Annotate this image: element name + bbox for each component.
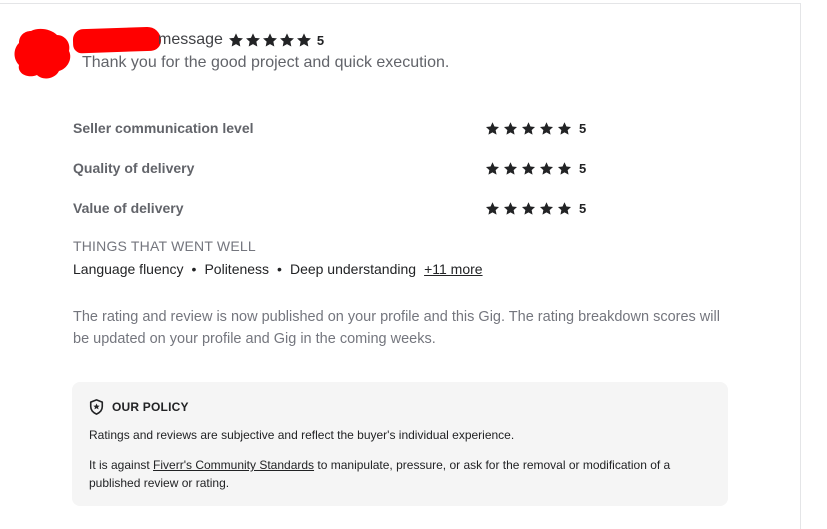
star-icon <box>485 121 500 136</box>
overall-score: 5 <box>316 32 325 48</box>
policy-header: OUR POLICY <box>89 398 711 416</box>
rating-score: 5 <box>579 200 587 216</box>
star-icon <box>296 32 312 48</box>
went-well-item: Deep understanding <box>289 261 417 277</box>
rating-stars <box>485 161 575 176</box>
rating-label: Quality of delivery <box>73 160 195 176</box>
star-icon <box>262 32 278 48</box>
star-icon <box>557 201 572 216</box>
star-icon <box>521 121 536 136</box>
more-link[interactable]: +11 more <box>424 261 483 277</box>
star-icon <box>521 201 536 216</box>
star-icon <box>503 161 518 176</box>
redaction-avatar <box>14 28 71 79</box>
separator-dot: • <box>191 261 197 277</box>
overall-stars <box>228 32 313 48</box>
shield-icon <box>89 399 104 415</box>
publish-notice: The rating and review is now published o… <box>73 309 720 347</box>
star-icon <box>245 32 261 48</box>
star-icon <box>485 161 500 176</box>
star-icon <box>485 201 500 216</box>
header-word: message <box>158 31 223 48</box>
community-standards-link[interactable]: Fiverr's Community Standards <box>153 458 314 472</box>
star-icon <box>503 121 518 136</box>
star-icon <box>279 32 295 48</box>
rating-breakdown: Seller communication level 5 Quality of … <box>73 108 603 228</box>
rating-row: Value of delivery 5 <box>73 188 603 228</box>
policy-title: OUR POLICY <box>112 400 189 414</box>
rating-score: 5 <box>579 160 587 176</box>
rating-score: 5 <box>579 120 587 136</box>
star-icon <box>557 121 572 136</box>
rating-label: Value of delivery <box>73 200 184 216</box>
rating-row: Seller communication level 5 <box>73 108 603 148</box>
star-icon <box>557 161 572 176</box>
went-well-title: THINGS THAT WENT WELL <box>73 238 256 254</box>
rating-label: Seller communication level <box>73 120 254 136</box>
star-icon <box>228 32 244 48</box>
policy-text: It is against Fiverr's Community Standar… <box>89 456 719 492</box>
review-header: message 5 <box>158 30 324 50</box>
went-well-list: Language fluency • Politeness • Deep und… <box>73 261 483 277</box>
star-icon <box>539 161 554 176</box>
redaction-username <box>72 26 162 54</box>
went-well-item: Politeness <box>204 261 270 277</box>
rating-stars <box>485 121 575 136</box>
went-well-item: Language fluency <box>73 261 184 277</box>
review-message: Thank you for the good project and quick… <box>82 54 450 71</box>
star-icon <box>539 201 554 216</box>
rating-row: Quality of delivery 5 <box>73 148 603 188</box>
star-icon <box>521 161 536 176</box>
policy-text-before: It is against <box>89 458 154 472</box>
separator-dot: • <box>277 261 282 277</box>
policy-text: Ratings and reviews are subjective and r… <box>89 428 515 442</box>
policy-box: OUR POLICY Ratings and reviews are subje… <box>72 382 728 506</box>
star-icon <box>503 201 518 216</box>
rating-stars <box>485 201 575 216</box>
star-icon <box>539 121 554 136</box>
